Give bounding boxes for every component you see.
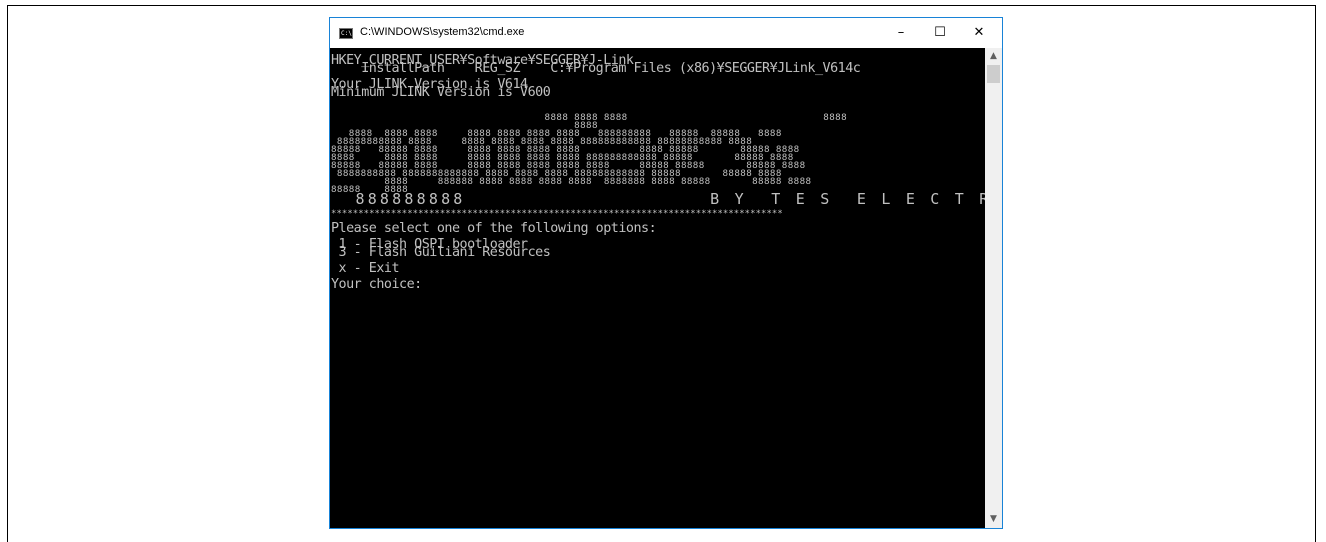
console-line: InstallPath REG_SZ C:¥Program Files (x86… [331, 61, 861, 76]
ascii-art-line: 88888 88888 8888 8888 8888 8888 8888 888… [331, 144, 800, 155]
cmd-app-icon: C:\ [339, 28, 353, 39]
ascii-art-line: 88888 88888 8888 8888 8888 8888 8888 888… [331, 160, 806, 171]
separator-line: ****************************************… [331, 209, 783, 219]
window-title: C:\WINDOWS\system32\cmd.exe [360, 26, 525, 38]
minimize-button[interactable]: – [880, 18, 922, 48]
ascii-art-line: 8888 888888 8888 8888 8888 8888 8888888 … [331, 176, 812, 187]
close-button[interactable]: ✕ [958, 18, 1000, 48]
cmd-window[interactable]: C:\ C:\WINDOWS\system32\cmd.exe – ☐ ✕ HK… [329, 17, 1003, 529]
maximize-button[interactable]: ☐ [919, 18, 961, 48]
ascii-art-line: 8888 8888 8888 8888 [331, 112, 848, 123]
console-output[interactable]: HKEY_CURRENT_USER¥Software¥SEGGER¥J-Link… [330, 48, 986, 528]
scroll-down-arrow-icon[interactable]: ▼ [985, 511, 1002, 528]
scroll-up-arrow-icon[interactable]: ▲ [985, 48, 1002, 65]
ascii-art-line: 8888 8888 8888 8888 8888 8888 8888 88888… [331, 152, 794, 163]
title-bar[interactable]: C:\ C:\WINDOWS\system32\cmd.exe – ☐ ✕ [330, 18, 1002, 48]
tes-banner-line: 888888888 B Y T E S E L E C T R O N I C … [355, 190, 986, 208]
console-line: Please select one of the following optio… [331, 221, 657, 236]
console-line: 3 - Flash Guiliani Resources [331, 245, 551, 260]
ascii-art-line: 8888 8888 8888 8888 8888 8888 8888 88888… [331, 128, 782, 139]
console-line: Minimum JLINK Version is V600 [331, 85, 551, 100]
console-line: x - Exit [331, 261, 400, 276]
scroll-thumb[interactable] [987, 65, 1000, 83]
console-prompt[interactable]: Your choice: [331, 278, 986, 292]
vertical-scrollbar[interactable]: ▲ ▼ [985, 48, 1002, 528]
ascii-art-line: 88888888888 8888 8888 8888 8888 8888 888… [331, 136, 753, 147]
ascii-art-line: 8888888888 8888888888888 8888 8888 8888 … [331, 168, 782, 179]
